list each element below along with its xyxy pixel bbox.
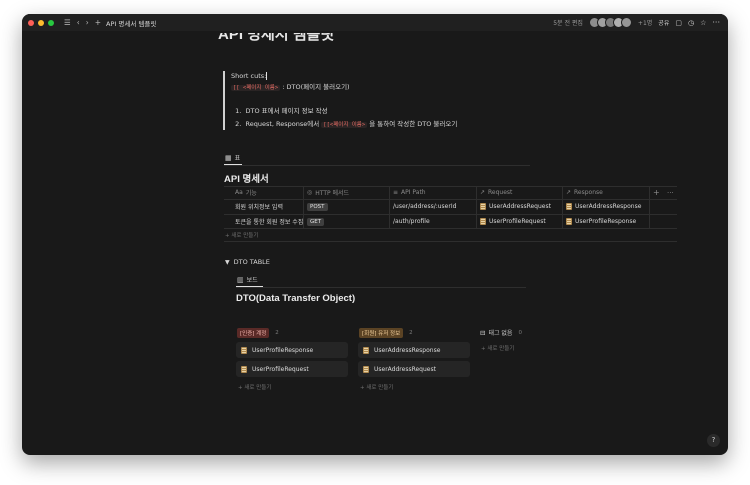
shortcut-line: [[ <페이지 이름> : DTO(페이지 불러오기) (231, 83, 350, 91)
column-header-feature[interactable]: Aa 기능 (235, 187, 257, 198)
board-card[interactable]: UserAddressRequest (358, 361, 470, 377)
text-caret (266, 72, 268, 80)
group-count: 2 (409, 330, 413, 336)
document-icon (363, 346, 369, 354)
forward-arrow-icon[interactable]: › (86, 14, 89, 31)
new-card-button[interactable]: + 새로 만들기 (360, 383, 393, 391)
collaborator-avatars[interactable] (588, 17, 632, 28)
list-item: 1. DTO 표에서 페이지 정보 작성 (235, 107, 328, 115)
close-window-button[interactable] (28, 19, 34, 26)
document-icon (480, 218, 486, 225)
dto-toggle[interactable]: ▼ DTO TABLE (225, 258, 270, 266)
back-arrow-icon[interactable]: ‹ (77, 14, 80, 31)
board-card[interactable]: UserProfileResponse (236, 342, 348, 358)
cell-method[interactable]: POST (307, 200, 328, 213)
table-icon: ▦ (225, 153, 232, 162)
new-card-button[interactable]: + 새로 만들기 (481, 344, 514, 352)
tab-table-view[interactable]: ▦ 표 (225, 153, 240, 163)
shortcuts-callout: Short cuts: [[ <페이지 이름> : DTO(페이지 불러오기) … (223, 71, 541, 130)
document-icon (480, 203, 486, 210)
column-header-response[interactable]: ↗ Response (566, 187, 603, 198)
group-tag: [인증] 계정 (237, 328, 270, 338)
column-divider (476, 186, 477, 228)
extra-users-count[interactable]: +1명 (638, 18, 652, 27)
divider (224, 186, 677, 187)
sidebar-menu-icon[interactable]: ☰ (64, 14, 71, 31)
method-tag: POST (307, 202, 328, 211)
column-divider (562, 186, 563, 228)
edited-time: 5분 전 편집 (553, 20, 583, 27)
tab-board-view[interactable]: ▥ 보드 (237, 275, 258, 285)
board-group-header[interactable]: [회원] 유저 정보 2 (359, 328, 413, 338)
cell-method[interactable]: GET (307, 215, 325, 228)
column-header-path[interactable]: ≡ API Path (393, 187, 426, 198)
traffic-lights (28, 19, 54, 26)
board-card[interactable]: UserAddressResponse (358, 342, 470, 358)
new-page-plus-icon[interactable]: + (95, 14, 101, 31)
document-icon (566, 218, 572, 225)
new-card-button[interactable]: + 새로 만들기 (238, 383, 271, 391)
inline-code: [[ <페이지 이름> (231, 85, 281, 91)
zoom-window-button[interactable] (48, 19, 54, 26)
page-content: API 명세서 템플릿 Short cuts: [[ <페이지 이름> : DT… (22, 31, 728, 455)
divider (224, 165, 530, 166)
cell-response[interactable]: UserAddressResponse (566, 200, 641, 213)
breadcrumb-page-title[interactable]: API 명세서 템플릿 (106, 18, 156, 28)
add-column-plus-icon[interactable]: + (653, 187, 660, 198)
method-tag: GET (307, 217, 325, 226)
column-header-method[interactable]: ◎ HTTP 메서드 (307, 187, 349, 198)
group-count: 0 (518, 329, 522, 336)
list-item: 2. Request, Response에서 [[<페이지 이름> 을 통하여 … (235, 120, 458, 128)
divider (236, 287, 526, 288)
document-icon (363, 365, 369, 373)
group-tag: [회원] 유저 정보 (359, 328, 404, 338)
board-group-header[interactable]: ⊟ 태그 없음 0 (480, 328, 522, 338)
notion-window: ☰ ‹ › + API 명세서 템플릿 5분 전 편집 +1명 공유 ▢ ◷ ☆… (22, 14, 728, 455)
cell-feature[interactable]: 토큰을 통한 회원 정보 수집 (235, 215, 303, 228)
inline-code: [[<페이지 이름> (321, 122, 368, 128)
text-lines-icon: ≡ (393, 189, 399, 196)
minimize-window-button[interactable] (38, 19, 44, 26)
avatar (620, 17, 632, 28)
cell-path[interactable]: /user/address/:userId (393, 200, 456, 213)
database-title[interactable]: API 명세서 (224, 171, 269, 185)
history-clock-icon[interactable]: ◷ (688, 19, 694, 27)
divider (224, 241, 677, 242)
cell-response[interactable]: UserProfileResponse (566, 215, 636, 228)
empty-line (231, 93, 541, 104)
more-options-icon[interactable]: ··· (667, 187, 674, 198)
database-title[interactable]: DTO(Data Transfer Object) (236, 293, 355, 304)
tray-icon: ⊟ (480, 328, 486, 337)
board-group-header[interactable]: [인증] 계정 2 (237, 328, 279, 338)
cell-request[interactable]: UserAddressRequest (480, 200, 551, 213)
titlebar: ☰ ‹ › + API 명세서 템플릿 5분 전 편집 +1명 공유 ▢ ◷ ☆… (22, 14, 728, 31)
share-button[interactable]: 공유 (658, 18, 669, 27)
shortcuts-label-line[interactable]: Short cuts: (231, 71, 541, 82)
text-type-icon: Aa (235, 189, 243, 196)
column-header-request[interactable]: ↗ Request (480, 187, 512, 198)
more-options-icon[interactable]: ··· (712, 18, 720, 27)
group-count: 2 (275, 330, 279, 336)
column-divider (649, 186, 650, 228)
select-type-icon: ◎ (307, 189, 313, 196)
cell-path[interactable]: /auth/profile (393, 215, 430, 228)
board-card[interactable]: UserProfileRequest (236, 361, 348, 377)
new-row-button[interactable]: + 새로 만들기 (225, 231, 258, 239)
cell-feature[interactable]: 회원 위치정보 입력 (235, 200, 283, 213)
titlebar-actions: 5분 전 편집 +1명 공유 ▢ ◷ ☆ ··· (553, 14, 720, 31)
comment-icon[interactable]: ▢ (675, 19, 682, 27)
document-icon (566, 203, 572, 210)
relation-icon: ↗ (566, 189, 572, 196)
favorite-star-icon[interactable]: ☆ (700, 19, 706, 27)
help-button[interactable]: ? (707, 434, 720, 447)
column-divider (389, 186, 390, 228)
divider (224, 228, 677, 229)
document-icon (241, 365, 247, 373)
page-title[interactable]: API 명세서 템플릿 (218, 33, 358, 41)
cell-request[interactable]: UserProfileRequest (480, 215, 546, 228)
board-icon: ▥ (237, 275, 244, 284)
relation-icon: ↗ (480, 189, 486, 196)
document-icon (241, 346, 247, 354)
toggle-triangle-icon: ▼ (225, 258, 230, 266)
